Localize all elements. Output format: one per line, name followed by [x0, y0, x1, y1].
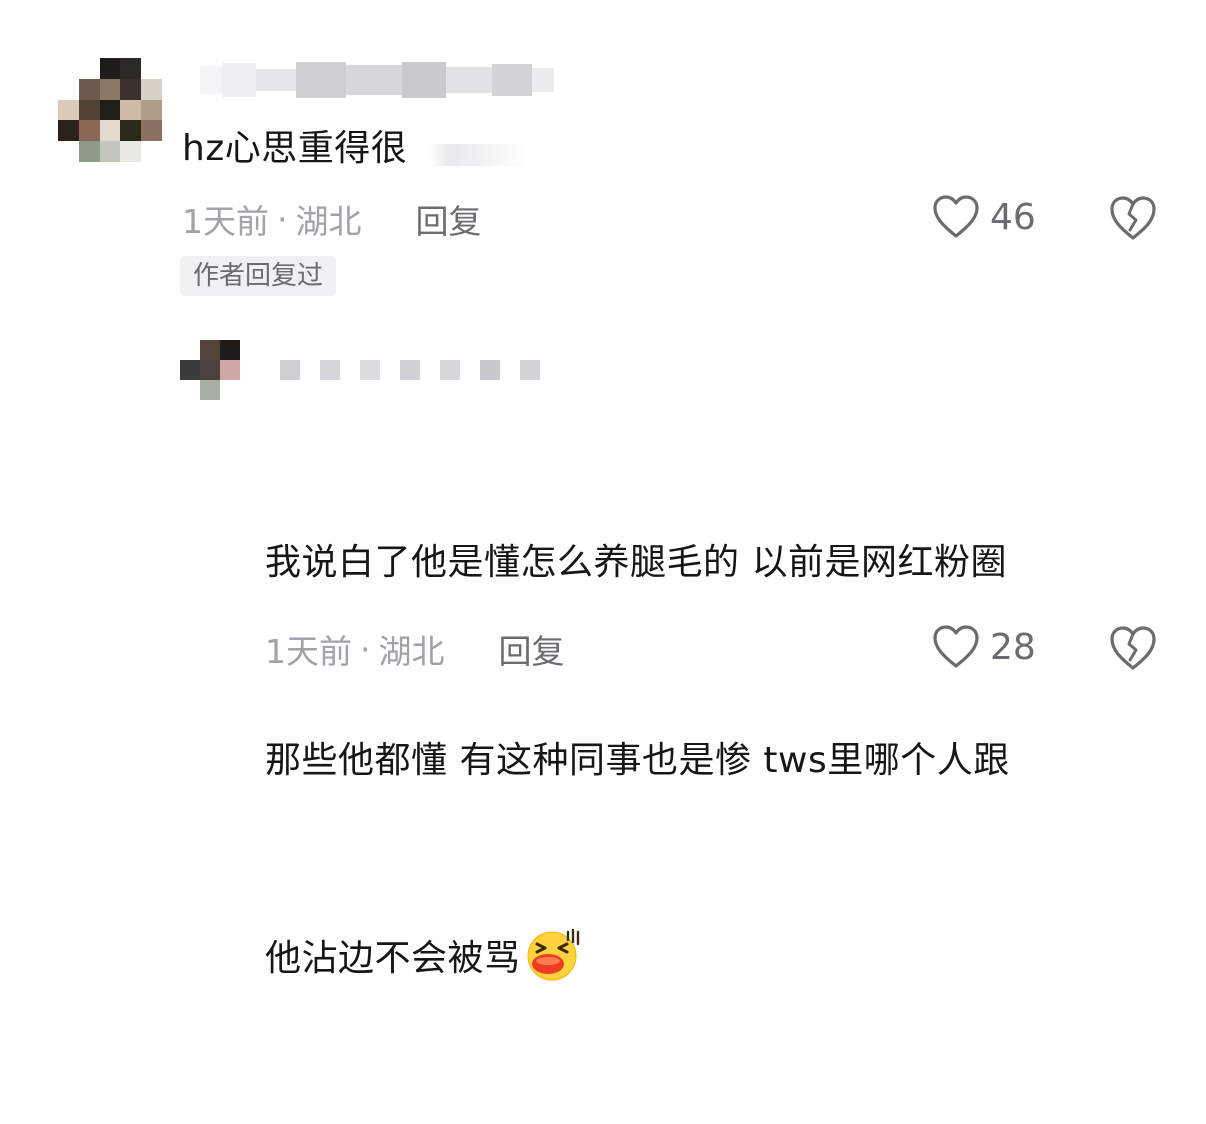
location: 湖北	[378, 632, 445, 671]
comment-meta: 1天前 · 湖北 回复	[182, 196, 482, 242]
meta-separator: ·	[277, 199, 288, 239]
comment-text-line: 他沾边不会被骂	[265, 938, 521, 979]
comment-text: hz心思重得很	[182, 128, 408, 169]
laughing-face-emoji	[527, 928, 579, 981]
reply-button[interactable]: 回复	[499, 625, 565, 673]
comment-text-line: 我说白了他是懂怎么养腿毛的 以前是网红粉圈	[265, 542, 1007, 583]
username[interactable]	[280, 358, 540, 382]
username-blur-fragment	[430, 144, 526, 166]
avatar[interactable]	[58, 58, 162, 162]
broken-heart-icon[interactable]	[1108, 194, 1158, 242]
meta-separator: ·	[360, 629, 371, 669]
like-count: 46	[990, 196, 1036, 238]
username[interactable]	[200, 60, 554, 100]
like-button[interactable]: 28	[932, 624, 1036, 670]
like-count: 28	[990, 626, 1036, 668]
avatar[interactable]	[180, 340, 240, 400]
like-button[interactable]: 46	[932, 194, 1036, 240]
comment-text: 我说白了他是懂怎么养腿毛的 以前是网红粉圈 那些他都懂 有这种同事也是惨 tws…	[265, 398, 1165, 1124]
reply-button[interactable]: 回复	[416, 195, 482, 243]
location: 湖北	[295, 202, 362, 241]
author-replied-badge: 作者回复过	[180, 256, 337, 296]
comment-text-line-last: 他沾边不会被骂	[265, 926, 1165, 992]
heart-outline-icon	[933, 195, 979, 238]
broken-heart-icon[interactable]	[1108, 624, 1158, 672]
comment-meta: 1天前 · 湖北 回复	[265, 626, 565, 672]
timestamp: 1天前	[265, 632, 352, 671]
comment-text-line: 那些他都懂 有这种同事也是惨 tws里哪个人跟	[265, 740, 1010, 781]
heart-outline-icon	[933, 625, 979, 668]
timestamp: 1天前	[182, 202, 269, 241]
